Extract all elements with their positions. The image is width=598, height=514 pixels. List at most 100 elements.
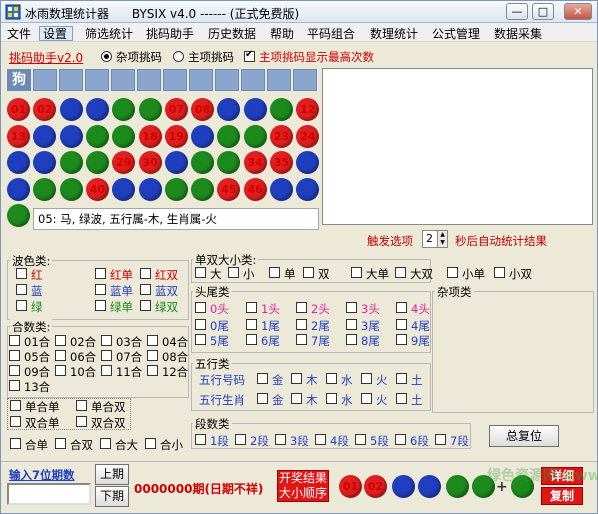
minimize-button[interactable]: —	[506, 3, 528, 20]
tail-5-checkbox[interactable]	[195, 334, 206, 345]
number-ball[interactable]: 42	[138, 177, 162, 201]
wave-5-checkbox[interactable]	[140, 284, 151, 295]
number-ball[interactable]: 38	[33, 177, 57, 201]
oddeven-3-checkbox[interactable]	[303, 267, 314, 278]
number-ball[interactable]: 34	[243, 151, 267, 174]
number-ball[interactable]: 12	[296, 98, 320, 121]
maximize-button[interactable]: □	[532, 3, 554, 20]
sumoe-1-checkbox[interactable]	[76, 400, 87, 411]
sumoe-0-checkbox[interactable]	[10, 400, 21, 411]
segment-5-checkbox[interactable]	[395, 434, 406, 445]
number-ball[interactable]: 25	[7, 151, 30, 174]
number-ball[interactable]: 13	[7, 124, 30, 148]
zodiac-tile[interactable]	[33, 69, 57, 91]
number-ball[interactable]: 06	[138, 98, 162, 121]
number-ball[interactable]: 01	[7, 98, 30, 121]
sum-8-checkbox[interactable]	[9, 365, 20, 376]
number-ball[interactable]: 18	[138, 124, 162, 148]
number-ball[interactable]: 27	[59, 151, 83, 174]
menu-formula[interactable]: 公式管理	[432, 25, 480, 42]
tail-1-checkbox[interactable]	[246, 319, 257, 330]
number-ball[interactable]: 03	[59, 98, 83, 121]
wuxing-0-1-checkbox[interactable]	[291, 373, 302, 384]
wuxing-0-0-checkbox[interactable]	[257, 373, 268, 384]
number-ball[interactable]: 32	[191, 151, 215, 174]
wuxing-1-0-checkbox[interactable]	[257, 393, 268, 404]
number-ball[interactable]: 10	[243, 98, 267, 121]
number-ball[interactable]: 28	[85, 151, 109, 174]
number-ball[interactable]: 05	[112, 98, 136, 121]
number-ball[interactable]: 14	[33, 124, 57, 148]
wave-2-checkbox[interactable]	[140, 268, 151, 279]
sumoe-3-checkbox[interactable]	[76, 416, 87, 427]
tail-9-checkbox[interactable]	[396, 334, 407, 345]
close-button[interactable]: ✕	[564, 3, 592, 20]
zodiac-tile[interactable]	[215, 69, 239, 91]
number-ball[interactable]: 15	[59, 124, 83, 148]
tail-7-checkbox[interactable]	[296, 334, 307, 345]
sum-2-checkbox[interactable]	[101, 335, 112, 346]
zodiac-tile[interactable]	[163, 69, 187, 91]
segment-6-checkbox[interactable]	[435, 434, 446, 445]
spinner-arrows-icon[interactable]: ▲ ▼	[437, 231, 447, 247]
number-ball[interactable]: 47	[270, 177, 293, 201]
tail-0-checkbox[interactable]	[195, 319, 206, 330]
menu-history[interactable]: 历史数据	[208, 25, 256, 42]
wave-1-checkbox[interactable]	[95, 268, 106, 279]
sum-4-checkbox[interactable]	[9, 350, 20, 361]
number-ball[interactable]: 43	[164, 177, 188, 201]
radio-misc[interactable]	[101, 51, 112, 62]
number-ball[interactable]: 20	[191, 124, 215, 148]
sumoe-2-checkbox[interactable]	[10, 416, 21, 427]
head-0-checkbox[interactable]	[195, 302, 206, 313]
number-ball[interactable]: 35	[270, 151, 293, 174]
number-ball[interactable]: 29	[112, 151, 136, 174]
number-ball[interactable]: 45	[217, 177, 241, 201]
wave-0-checkbox[interactable]	[16, 268, 27, 279]
next-period-button[interactable]: 下期	[95, 486, 129, 507]
sum-12-checkbox[interactable]	[9, 380, 20, 391]
zodiac-tile[interactable]	[137, 69, 161, 91]
oddeven-1-checkbox[interactable]	[228, 267, 239, 278]
zodiac-tile[interactable]	[85, 69, 109, 91]
number-ball[interactable]: 23	[270, 124, 293, 148]
oddeven-0-checkbox[interactable]	[195, 267, 206, 278]
sum-7-checkbox[interactable]	[147, 350, 158, 361]
number-ball[interactable]: 30	[138, 151, 162, 174]
sum-1-checkbox[interactable]	[55, 335, 66, 346]
sum-10-checkbox[interactable]	[101, 365, 112, 376]
menu-data-collect[interactable]: 数据采集	[494, 25, 542, 42]
menu-filter-stats[interactable]: 筛选统计	[85, 25, 133, 42]
zodiac-dog[interactable]: 狗	[7, 69, 31, 91]
number-ball[interactable]: 31	[164, 151, 188, 174]
sum-0-checkbox[interactable]	[9, 335, 20, 346]
sum-9-checkbox[interactable]	[55, 365, 66, 376]
tail-4-checkbox[interactable]	[396, 319, 407, 330]
zodiac-tile[interactable]	[267, 69, 291, 91]
tail-2-checkbox[interactable]	[296, 319, 307, 330]
wuxing-1-3-checkbox[interactable]	[361, 393, 372, 404]
copy-button[interactable]: 复制	[541, 487, 583, 505]
wuxing-1-4-checkbox[interactable]	[396, 393, 407, 404]
segment-3-checkbox[interactable]	[315, 434, 326, 445]
sumsize-2-checkbox[interactable]	[100, 438, 111, 449]
oddeven-6-checkbox[interactable]	[447, 267, 458, 278]
zodiac-tile[interactable]	[293, 69, 317, 91]
wuxing-1-2-checkbox[interactable]	[326, 393, 337, 404]
head-2-checkbox[interactable]	[296, 302, 307, 313]
number-ball[interactable]: 16	[85, 124, 109, 148]
menu-math-stats[interactable]: 数理统计	[370, 25, 418, 42]
wave-3-checkbox[interactable]	[16, 284, 27, 295]
number-ball[interactable]: 40	[85, 177, 109, 201]
tail-8-checkbox[interactable]	[346, 334, 357, 345]
radio-main[interactable]	[173, 51, 184, 62]
menu-file[interactable]: 文件	[7, 25, 31, 42]
number-ball[interactable]: 02	[33, 98, 57, 121]
wuxing-0-4-checkbox[interactable]	[396, 373, 407, 384]
segment-0-checkbox[interactable]	[195, 434, 206, 445]
oddeven-2-checkbox[interactable]	[269, 267, 280, 278]
menu-combo[interactable]: 平码组合	[307, 25, 355, 42]
number-ball[interactable]: 26	[33, 151, 57, 174]
checkbox-show-max[interactable]	[244, 49, 255, 62]
trigger-spinner[interactable]: 2 ▲ ▼	[422, 230, 448, 248]
